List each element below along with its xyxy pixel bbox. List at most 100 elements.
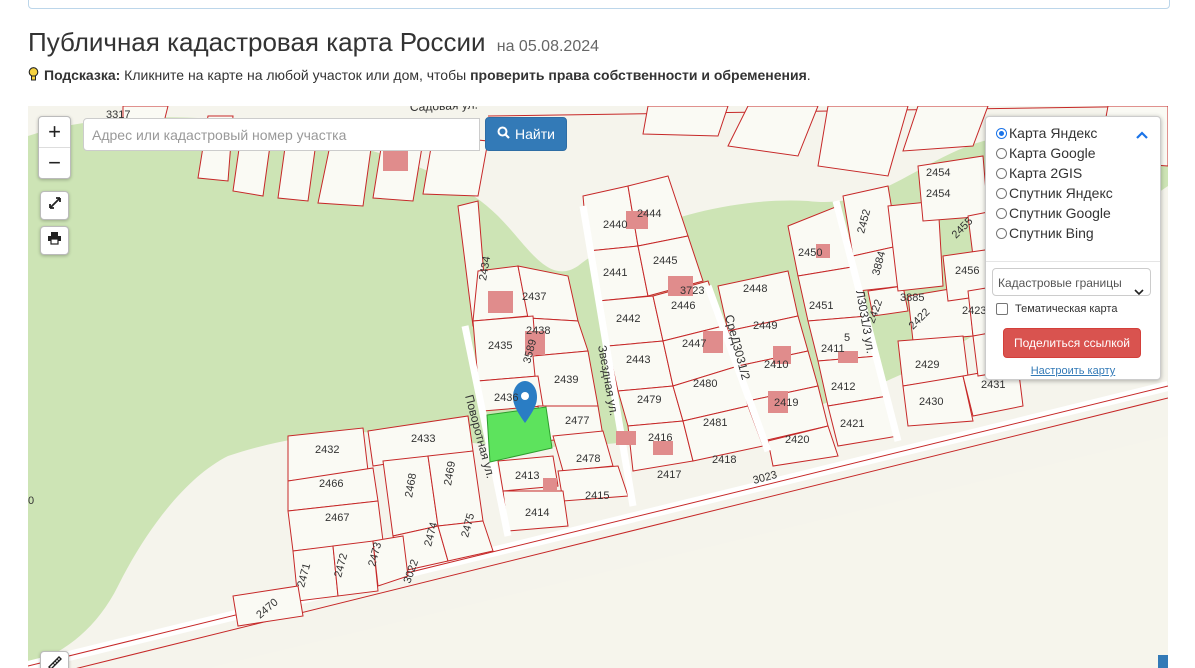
radio-yandex-map[interactable] xyxy=(996,127,1007,139)
option-label: Спутник Bing xyxy=(1009,225,1094,241)
svg-text:2443: 2443 xyxy=(626,354,650,366)
radio-yandex-satellite[interactable] xyxy=(996,187,1007,199)
svg-text:2417: 2417 xyxy=(657,469,681,481)
svg-text:2445: 2445 xyxy=(653,255,677,267)
ruler-icon xyxy=(47,655,63,668)
radio-2gis-map[interactable] xyxy=(996,167,1007,179)
share-link-button[interactable]: Поделиться ссылкой xyxy=(1003,328,1141,358)
svg-text:2442: 2442 xyxy=(616,313,640,325)
svg-text:2435: 2435 xyxy=(488,340,512,352)
option-2gis-map[interactable]: Карта 2GIS xyxy=(996,165,1082,181)
svg-text:2412: 2412 xyxy=(831,381,855,393)
measure-button[interactable] xyxy=(40,651,69,668)
svg-text:2441: 2441 xyxy=(603,267,627,279)
svg-text:2410: 2410 xyxy=(764,359,788,371)
svg-text:2478: 2478 xyxy=(576,453,600,465)
svg-text:2420: 2420 xyxy=(785,434,809,446)
expand-icon xyxy=(48,196,62,215)
zoom-in-button[interactable]: + xyxy=(39,117,70,147)
svg-text:2423: 2423 xyxy=(962,305,986,317)
option-label: Спутник Google xyxy=(1009,205,1111,221)
printer-icon xyxy=(47,231,62,250)
hint-label: Подсказка: xyxy=(44,67,121,83)
svg-text:2454: 2454 xyxy=(926,188,950,200)
svg-text:2436: 2436 xyxy=(494,392,518,404)
svg-text:2448: 2448 xyxy=(743,283,767,295)
thematic-map-label: Тематическая карта xyxy=(1015,303,1118,315)
svg-text:2414: 2414 xyxy=(525,507,549,519)
svg-text:Садовая ул.: Садовая ул. xyxy=(410,106,478,114)
option-label: Карта Яндекс xyxy=(1009,125,1098,141)
svg-text:2444: 2444 xyxy=(637,208,661,220)
svg-text:2456: 2456 xyxy=(955,265,979,277)
svg-text:2411: 2411 xyxy=(821,343,845,355)
zoom-control: + − xyxy=(38,116,71,179)
search-button[interactable]: Найти xyxy=(485,117,567,151)
option-label: Спутник Яндекс xyxy=(1009,185,1113,201)
top-panel-border xyxy=(28,0,1170,9)
option-label: Карта Google xyxy=(1009,145,1096,161)
svg-text:2477: 2477 xyxy=(565,415,589,427)
search-input[interactable] xyxy=(83,118,480,151)
layer-select-value: Кадастровые границы xyxy=(998,276,1122,290)
svg-text:2431: 2431 xyxy=(981,379,1005,391)
lightbulb-icon xyxy=(28,67,40,85)
option-yandex-map[interactable]: Карта Яндекс xyxy=(996,125,1097,141)
search-icon xyxy=(497,126,510,142)
fullscreen-button[interactable] xyxy=(40,191,69,220)
layer-panel: Карта Яндекс Карта Google Карта 2GIS Спу… xyxy=(985,116,1161,380)
hint-text: Кликните на карте на любой участок или д… xyxy=(120,67,471,83)
svg-text:2416: 2416 xyxy=(648,432,672,444)
option-yandex-satellite[interactable]: Спутник Яндекс xyxy=(996,185,1113,201)
option-bing-satellite[interactable]: Спутник Bing xyxy=(996,225,1094,241)
svg-text:2419: 2419 xyxy=(774,397,798,409)
svg-text:2439: 2439 xyxy=(554,374,578,386)
option-label: Карта 2GIS xyxy=(1009,165,1083,181)
svg-text:2413: 2413 xyxy=(515,470,539,482)
svg-text:2433: 2433 xyxy=(411,433,435,445)
panel-divider xyxy=(986,261,1160,262)
svg-text:2480: 2480 xyxy=(693,378,717,390)
page-title-text: Публичная кадастровая карта России xyxy=(28,27,486,57)
svg-text:3885: 3885 xyxy=(900,292,924,304)
thematic-map-option[interactable]: Тематическая карта xyxy=(996,303,1117,315)
zoom-out-button[interactable]: − xyxy=(39,147,70,178)
svg-text:2418: 2418 xyxy=(712,454,736,466)
configure-map-link[interactable]: Настроить карту xyxy=(986,365,1160,377)
option-google-satellite[interactable]: Спутник Google xyxy=(996,205,1111,221)
layer-select[interactable]: Кадастровые границы xyxy=(992,268,1151,296)
radio-bing-satellite[interactable] xyxy=(996,227,1007,239)
chevron-up-icon[interactable] xyxy=(1136,127,1148,145)
search-button-label: Найти xyxy=(515,126,555,142)
svg-text:2479: 2479 xyxy=(637,394,661,406)
svg-text:5: 5 xyxy=(844,332,850,344)
svg-text:2415: 2415 xyxy=(585,490,609,502)
svg-text:2449: 2449 xyxy=(753,320,777,332)
svg-text:2429: 2429 xyxy=(915,359,939,371)
thematic-map-checkbox[interactable] xyxy=(996,303,1008,315)
svg-text:2454: 2454 xyxy=(926,167,950,179)
svg-text:2440: 2440 xyxy=(603,219,627,231)
svg-text:2437: 2437 xyxy=(522,291,546,303)
cadastral-map[interactable]: 3317 2437 2438 2435 2439 2436 2477 2478 … xyxy=(28,106,1168,668)
chevron-down-icon xyxy=(1134,278,1144,306)
selected-parcel[interactable] xyxy=(486,406,553,463)
radio-google-map[interactable] xyxy=(996,147,1007,159)
option-google-map[interactable]: Карта Google xyxy=(996,145,1096,161)
page-title: Публичная кадастровая карта России на 05… xyxy=(28,27,599,58)
svg-text:2481: 2481 xyxy=(703,417,727,429)
svg-text:2421: 2421 xyxy=(840,418,864,430)
map-corner-badge xyxy=(1158,655,1168,668)
hint-bold-text: проверить права собственности и обремене… xyxy=(470,67,807,83)
svg-text:2451: 2451 xyxy=(809,300,833,312)
svg-text:2430: 2430 xyxy=(919,396,943,408)
svg-text:2467: 2467 xyxy=(325,512,349,524)
hint-line: Подсказка: Кликните на карте на любой уч… xyxy=(28,67,811,85)
hint-end: . xyxy=(806,67,811,83)
svg-text:3723: 3723 xyxy=(680,285,704,297)
svg-text:2450: 2450 xyxy=(798,247,822,259)
print-button[interactable] xyxy=(40,226,69,255)
page-date: на 05.08.2024 xyxy=(496,38,600,55)
svg-text:2447: 2447 xyxy=(682,338,706,350)
radio-google-satellite[interactable] xyxy=(996,207,1007,219)
